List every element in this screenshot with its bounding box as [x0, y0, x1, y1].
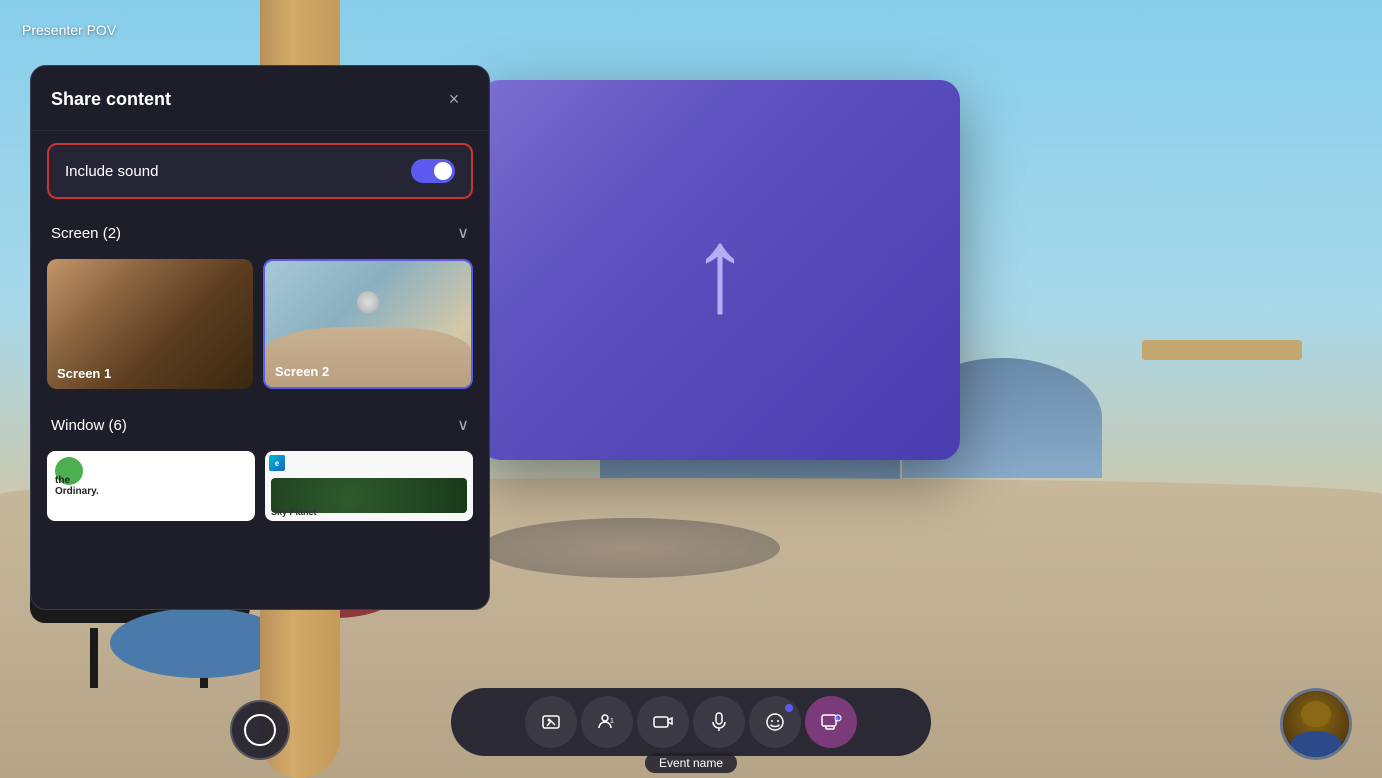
- window2-thumbnail[interactable]: e Sky Planet: [265, 451, 473, 521]
- table-leg-1: [90, 628, 98, 688]
- window1-thumbnail[interactable]: theOrdinary.: [47, 451, 255, 521]
- panel-header: Share content ×: [31, 66, 489, 131]
- window2-label: Sky Planet: [271, 507, 317, 517]
- svg-text:↑: ↑: [836, 717, 839, 723]
- window-section-title: Window (6): [51, 417, 127, 434]
- event-name-pill: Event name: [645, 753, 737, 773]
- screen2-label: Screen 2: [275, 364, 329, 379]
- platform-oval: [480, 518, 780, 578]
- scenes-button[interactable]: [525, 696, 577, 748]
- reactions-badge: [785, 704, 793, 712]
- share-content-panel: Share content × Include sound Screen (2)…: [30, 65, 490, 610]
- screen-thumbnails-grid: Screen 1 Screen 2: [31, 255, 489, 403]
- screen1-label: Screen 1: [57, 366, 111, 381]
- svg-text:1: 1: [610, 718, 614, 725]
- participants-button[interactable]: 1: [581, 696, 633, 748]
- avatar-head: [1301, 701, 1331, 727]
- avatar-body: [1291, 731, 1341, 757]
- window-thumbnails-grid: theOrdinary. e Sky Planet: [31, 447, 489, 525]
- window1-label: theOrdinary.: [55, 475, 99, 497]
- avatar-circle-icon: [244, 714, 276, 746]
- screen1-thumbnail[interactable]: Screen 1: [47, 259, 253, 389]
- close-button[interactable]: ×: [439, 84, 469, 114]
- toggle-knob: [434, 162, 452, 180]
- share-button[interactable]: ↑: [805, 696, 857, 748]
- presenter-pov-label: Presenter POV: [22, 22, 116, 38]
- user-avatar-button[interactable]: [1280, 688, 1352, 760]
- avatar-face: [1283, 691, 1349, 757]
- screen2-dot: [357, 291, 379, 313]
- window-section-header[interactable]: Window (6) ∨: [31, 403, 489, 447]
- avatar-button-left[interactable]: [230, 700, 290, 760]
- presentation-board: ↑: [480, 80, 960, 460]
- panel-title: Share content: [51, 89, 171, 110]
- window-chevron-icon: ∨: [457, 415, 469, 435]
- mic-button[interactable]: [693, 696, 745, 748]
- screen2-thumbnail[interactable]: Screen 2: [263, 259, 473, 389]
- include-sound-label: Include sound: [65, 163, 158, 180]
- toolbar: 1 ↑: [451, 688, 931, 756]
- reactions-button[interactable]: [749, 696, 801, 748]
- include-sound-toggle[interactable]: [411, 159, 455, 183]
- camera-button[interactable]: [637, 696, 689, 748]
- screen-section-header[interactable]: Screen (2) ∨: [31, 211, 489, 255]
- screen-chevron-icon: ∨: [457, 223, 469, 243]
- upload-arrow-icon: ↑: [690, 210, 750, 330]
- wall-shelf: [1142, 340, 1302, 360]
- include-sound-row[interactable]: Include sound: [47, 143, 473, 199]
- screen-section-title: Screen (2): [51, 225, 121, 242]
